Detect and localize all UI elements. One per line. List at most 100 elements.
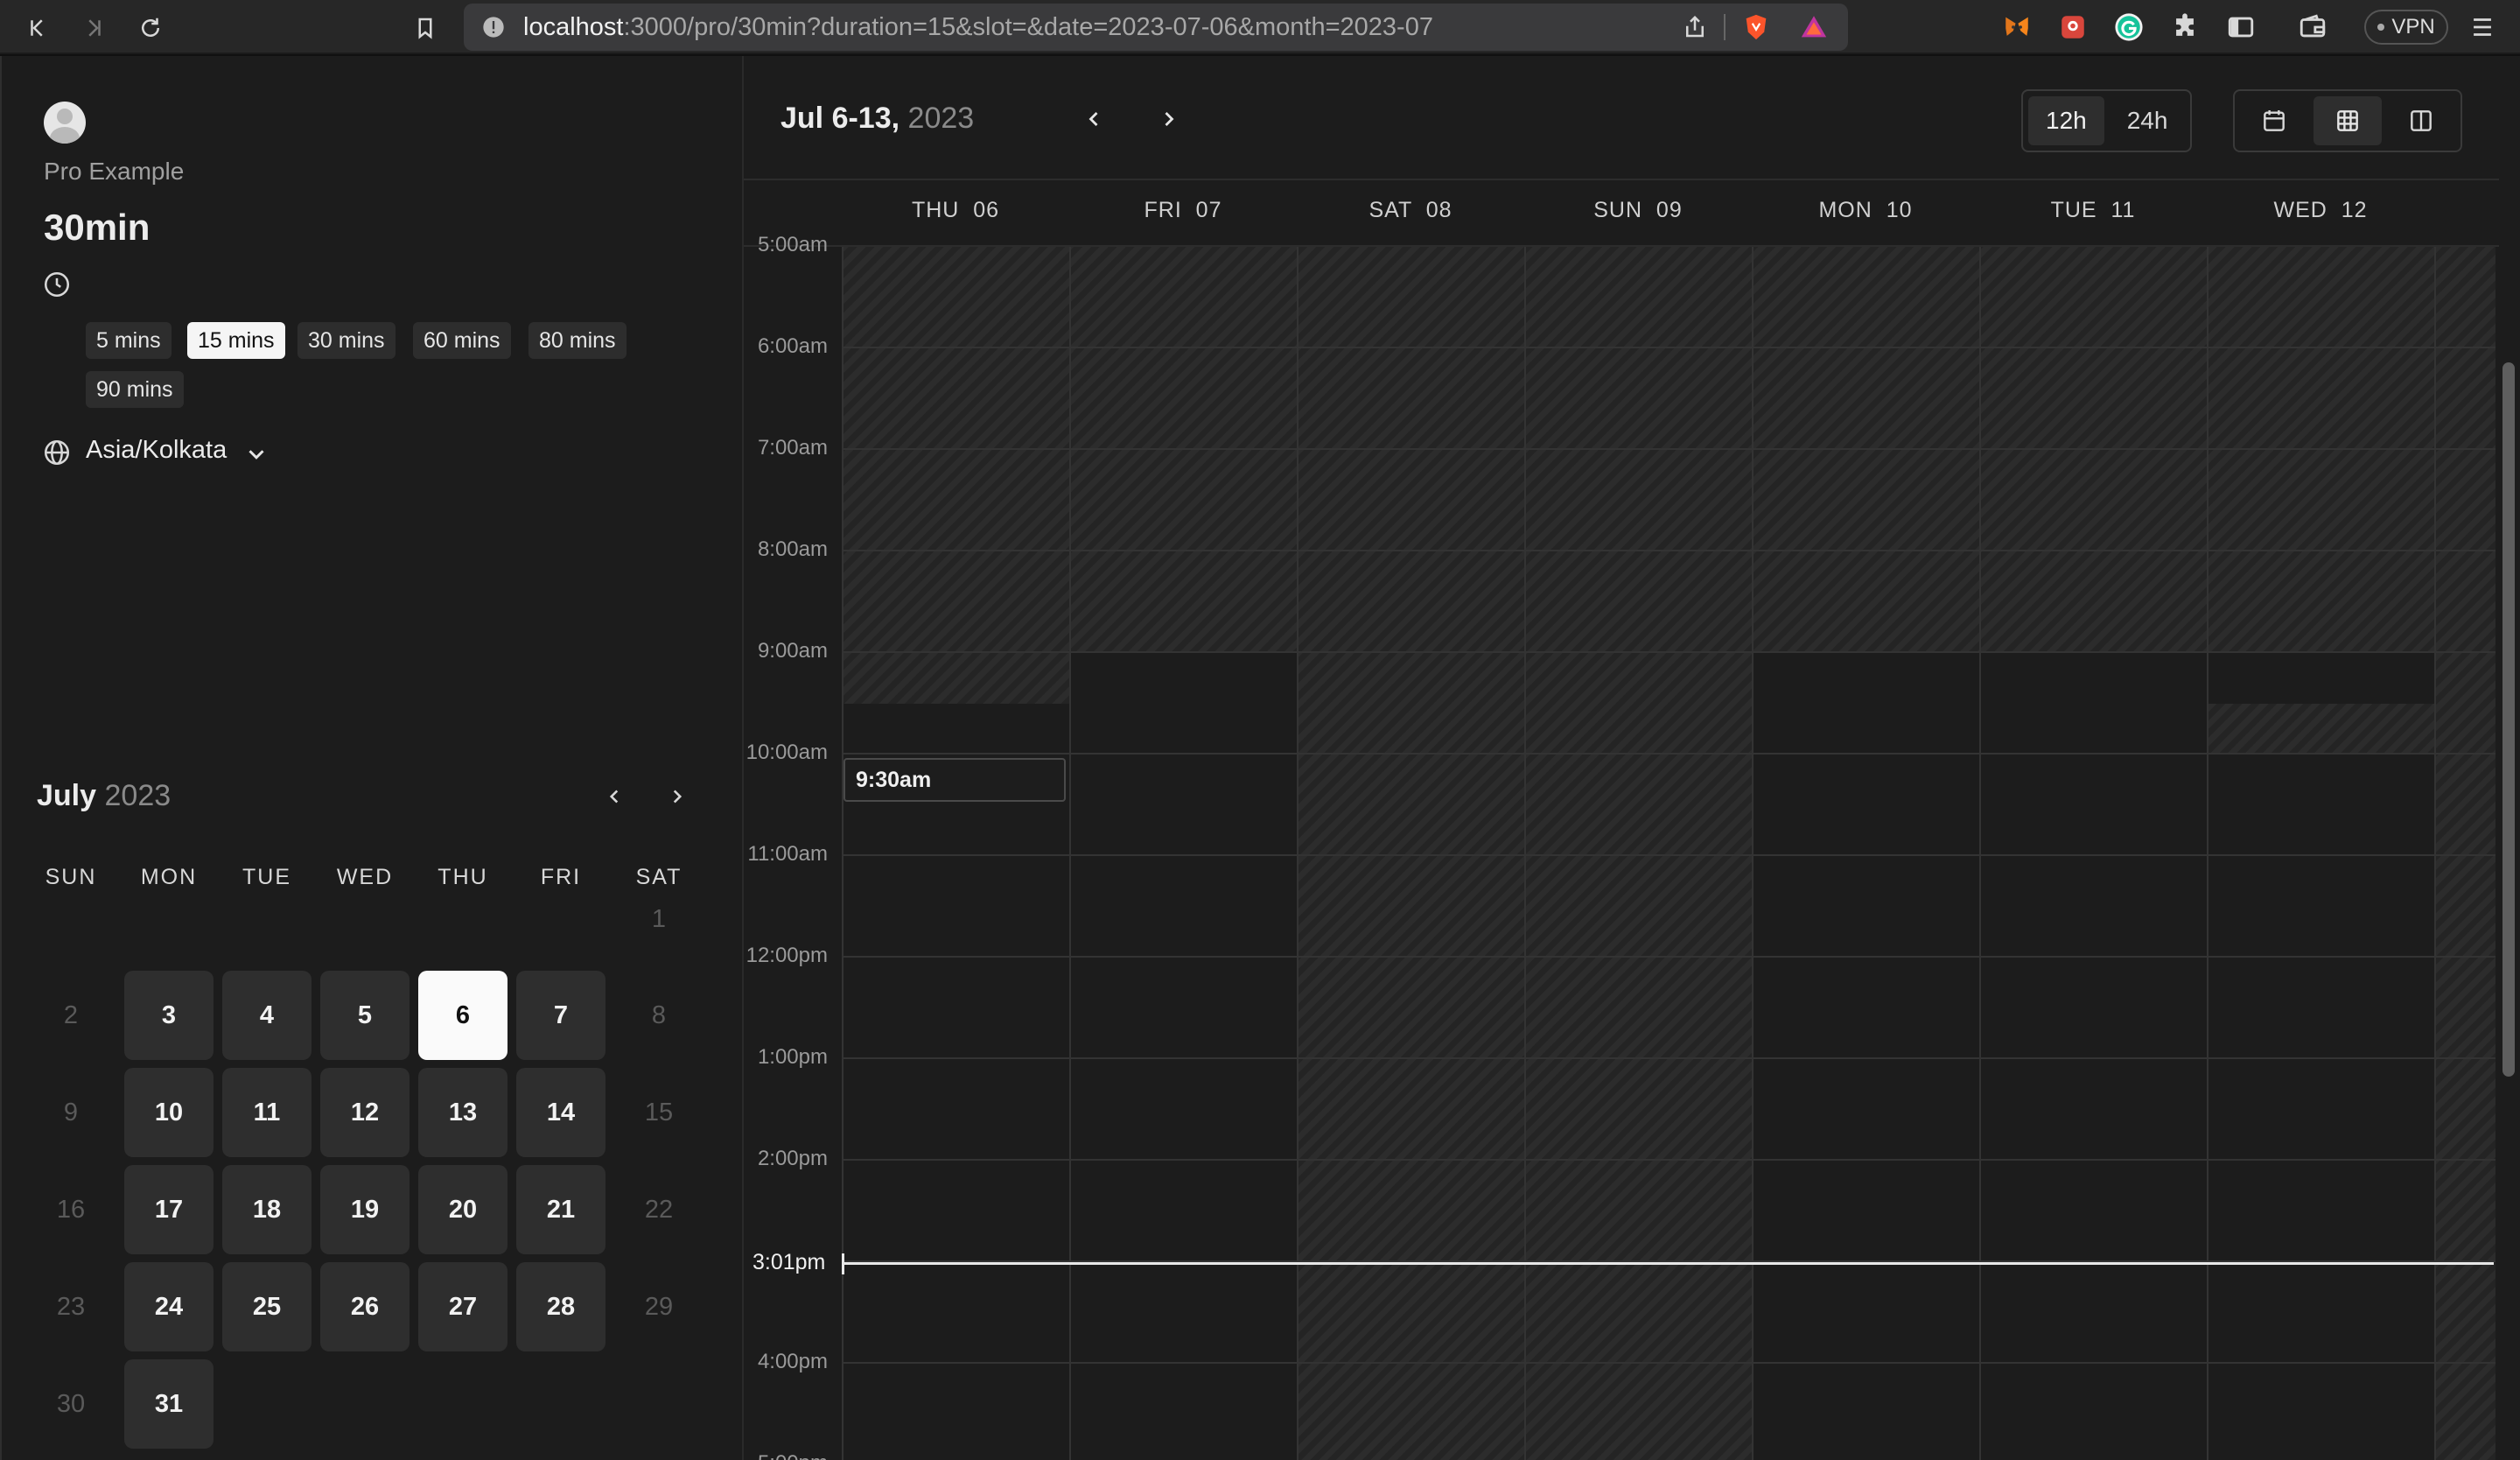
duration-option[interactable]: 30 mins bbox=[298, 322, 396, 359]
chevron-left-icon bbox=[609, 790, 619, 804]
week-day-header: SUN 09 bbox=[1593, 198, 1683, 222]
column-view-button[interactable] bbox=[2387, 96, 2455, 145]
hour-label: 5:00pm bbox=[744, 1451, 828, 1460]
scrollbar[interactable] bbox=[2499, 56, 2520, 1460]
calendar-day: 1 bbox=[651, 904, 667, 933]
menu-icon[interactable] bbox=[2462, 7, 2502, 47]
calendar-day: 30 bbox=[56, 1389, 86, 1418]
hour-label: 2:00pm bbox=[757, 1147, 828, 1170]
calendar-day[interactable]: 24 bbox=[124, 1262, 214, 1351]
header-divider bbox=[744, 179, 2520, 180]
day-column-line bbox=[1752, 247, 1754, 1460]
week-view-button[interactable] bbox=[2314, 96, 2382, 145]
calendar-day[interactable]: 19 bbox=[320, 1165, 410, 1254]
brave-rewards-icon[interactable] bbox=[1799, 12, 1829, 42]
hour-line bbox=[842, 550, 2496, 551]
next-week-button[interactable] bbox=[1150, 100, 1188, 138]
calendar-day[interactable]: 4 bbox=[222, 971, 312, 1060]
prev-week-button[interactable] bbox=[1074, 100, 1113, 138]
avatar bbox=[44, 102, 86, 144]
duration-option[interactable]: 15 mins bbox=[187, 322, 285, 359]
month-title: July 2023 bbox=[37, 779, 171, 813]
day-column-line bbox=[1297, 247, 1298, 1460]
grammarly-icon[interactable] bbox=[2109, 7, 2149, 47]
calendar-day[interactable]: 26 bbox=[320, 1262, 410, 1351]
next-month-button[interactable] bbox=[660, 779, 695, 814]
week-range-year: 2023 bbox=[907, 102, 975, 135]
chevron-right-icon bbox=[1165, 112, 1174, 126]
busy-block bbox=[2207, 653, 2434, 704]
address-bar[interactable]: localhost:3000/pro/30min?duration=15&slo… bbox=[464, 4, 1848, 51]
duration-option[interactable]: 90 mins bbox=[86, 371, 184, 408]
wallet-icon[interactable] bbox=[2292, 7, 2333, 47]
format-24h-option[interactable]: 24h bbox=[2110, 96, 2186, 145]
hour-label: 11:00am bbox=[747, 842, 828, 866]
weekday-header: WED bbox=[336, 865, 394, 889]
url-host: localhost bbox=[523, 12, 624, 41]
hour-line bbox=[842, 854, 2496, 856]
calendar-day[interactable]: 31 bbox=[124, 1359, 214, 1449]
calendar-day[interactable]: 28 bbox=[516, 1262, 606, 1351]
hour-label: 5:00am bbox=[757, 233, 828, 256]
calendar-day[interactable]: 10 bbox=[124, 1068, 214, 1157]
calendar-day[interactable]: 7 bbox=[516, 971, 606, 1060]
share-icon[interactable] bbox=[1682, 14, 1708, 40]
calendar-day[interactable]: 3 bbox=[124, 971, 214, 1060]
forward-icon[interactable] bbox=[74, 9, 112, 47]
available-slot[interactable]: 9:30am bbox=[844, 758, 1066, 802]
unavailable-block bbox=[842, 247, 2496, 653]
back-icon[interactable] bbox=[19, 9, 58, 47]
week-day-header: FRI 07 bbox=[1144, 198, 1222, 222]
vpn-button[interactable]: VPN bbox=[2364, 10, 2448, 45]
calendar-day[interactable]: 12 bbox=[320, 1068, 410, 1157]
sidebar-toggle-icon[interactable] bbox=[2221, 7, 2261, 47]
calendar-day[interactable]: 17 bbox=[124, 1165, 214, 1254]
month-name: July bbox=[37, 779, 97, 812]
time-format-toggle: 12h 24h bbox=[2021, 89, 2193, 152]
bookmark-icon[interactable] bbox=[406, 9, 444, 47]
week-day-header: SAT 08 bbox=[1368, 198, 1452, 222]
site-info-icon[interactable] bbox=[481, 15, 506, 39]
metamask-icon[interactable] bbox=[1997, 7, 2037, 47]
calendar-day[interactable]: 14 bbox=[516, 1068, 606, 1157]
week-range: Jul 6-13, 2023 bbox=[780, 102, 975, 135]
calendar-day[interactable]: 27 bbox=[418, 1262, 508, 1351]
globe-icon bbox=[44, 439, 70, 466]
extension-red-icon[interactable] bbox=[2053, 7, 2093, 47]
timezone-select[interactable]: Asia/Kolkata bbox=[86, 436, 227, 465]
calendar-day[interactable]: 18 bbox=[222, 1165, 312, 1254]
calendar-day[interactable]: 25 bbox=[222, 1262, 312, 1351]
owner-name: Pro Example bbox=[44, 158, 185, 185]
booker-sidebar: Pro Example 30min 5 mins 15 mins 30 mins 60… bbox=[0, 56, 742, 1460]
reload-icon[interactable] bbox=[131, 9, 170, 47]
calendar-day[interactable]: 13 bbox=[418, 1068, 508, 1157]
calendar-day[interactable]: 20 bbox=[418, 1165, 508, 1254]
week-day-header: WED 12 bbox=[2273, 198, 2368, 222]
scroll-thumb[interactable] bbox=[2502, 362, 2515, 1077]
duration-option[interactable]: 80 mins bbox=[528, 322, 626, 359]
duration-option[interactable]: 5 mins bbox=[86, 322, 172, 359]
calendar-day[interactable]: 6 bbox=[418, 971, 508, 1060]
unavailable-block bbox=[2207, 704, 2434, 755]
format-12h-option[interactable]: 12h bbox=[2028, 96, 2104, 145]
unavailable-block bbox=[842, 653, 1069, 704]
urlbar-divider bbox=[1724, 14, 1726, 40]
extensions-puzzle-icon[interactable] bbox=[2165, 7, 2205, 47]
calendar-icon bbox=[2264, 110, 2285, 131]
duration-option[interactable]: 60 mins bbox=[413, 322, 511, 359]
url-path: :3000/pro/30min?duration=15&slot=&date=2… bbox=[623, 12, 1433, 41]
day-column-line bbox=[1979, 247, 1981, 1460]
calendar-day[interactable]: 21 bbox=[516, 1165, 606, 1254]
week-view: Jul 6-13, 2023 12h 24h THU 06 FRI 07 SAT 0… bbox=[742, 56, 2520, 1460]
calendar-day[interactable]: 11 bbox=[222, 1068, 312, 1157]
brave-shield-icon[interactable] bbox=[1741, 12, 1771, 42]
prev-month-button[interactable] bbox=[597, 779, 632, 814]
day-column-line bbox=[842, 247, 844, 1460]
month-view-button[interactable] bbox=[2240, 96, 2308, 145]
chevron-down-icon[interactable] bbox=[243, 441, 270, 467]
hour-label: 7:00am bbox=[757, 436, 828, 460]
day-column-line bbox=[1069, 247, 1071, 1460]
hour-line bbox=[842, 1057, 2496, 1059]
calendar-day[interactable]: 5 bbox=[320, 971, 410, 1060]
browser-toolbar: localhost:3000/pro/30min?duration=15&slo… bbox=[0, 0, 2520, 54]
